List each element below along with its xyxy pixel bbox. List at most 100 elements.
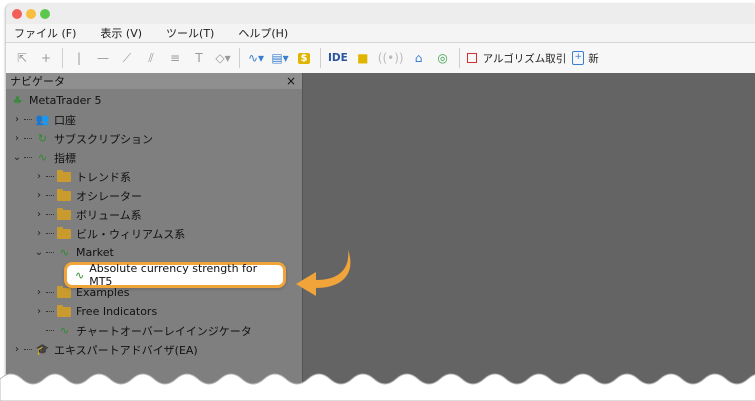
chevron-right-icon[interactable]: › bbox=[32, 171, 46, 182]
chevron-right-icon[interactable]: › bbox=[32, 306, 46, 317]
text-tool-icon[interactable]: T bbox=[190, 47, 208, 69]
shapes-icon[interactable]: ◇▾ bbox=[214, 47, 232, 69]
chevron-right-icon[interactable]: › bbox=[32, 228, 46, 239]
horizontal-line-icon[interactable]: — bbox=[94, 47, 112, 69]
tree-item-bill-williams[interactable]: › ビル・ウィリアムス系 bbox=[32, 224, 185, 243]
cloud-icon[interactable]: ◎ bbox=[434, 47, 452, 69]
tree-item-volumes[interactable]: › ボリューム系 bbox=[32, 205, 142, 224]
tree-item-label: 口座 bbox=[54, 113, 76, 127]
menu-view[interactable]: 表示 (V) bbox=[100, 25, 142, 41]
folder-icon bbox=[57, 304, 71, 317]
toolbar: ⇱ + | — ⟋ ⫽ ≡ T ◇▾ ∿▾ ▤▾ $ IDE ■ ((•)) ⌂… bbox=[6, 43, 755, 74]
navigator-title: ナビゲータ bbox=[10, 75, 65, 88]
market-bag-icon[interactable]: ■ bbox=[354, 47, 372, 69]
menu-tools[interactable]: ツール(T) bbox=[166, 25, 214, 41]
cursor-icon[interactable]: ⇱ bbox=[13, 47, 31, 69]
tree-item-chart-overlay[interactable]: ∿ チャートオーバーレイインジケータ bbox=[32, 321, 252, 340]
chevron-right-icon[interactable]: › bbox=[10, 133, 24, 144]
tree-item-label: サブスクリプション bbox=[54, 132, 153, 146]
menu-help[interactable]: ヘルプ(H) bbox=[238, 25, 288, 41]
tree-item-label: ボリューム系 bbox=[76, 208, 142, 222]
minimize-window-button[interactable] bbox=[26, 9, 36, 19]
crosshair-icon[interactable]: + bbox=[37, 47, 55, 69]
indicator-icon: ∿ bbox=[59, 246, 70, 259]
channel-icon[interactable]: ≡ bbox=[166, 47, 184, 69]
folder-icon bbox=[57, 188, 71, 201]
chevron-right-icon[interactable]: › bbox=[10, 344, 24, 355]
signals-icon[interactable]: ((•)) bbox=[378, 47, 404, 69]
tree-item-oscillators[interactable]: › オシレーター bbox=[32, 186, 142, 205]
tree-item-subscription[interactable]: › ↻ サブスクリプション bbox=[10, 129, 153, 148]
tree-connector bbox=[46, 311, 54, 312]
tree-connector bbox=[46, 330, 54, 331]
close-window-button[interactable] bbox=[12, 9, 22, 19]
folder-icon bbox=[57, 169, 71, 182]
templates-icon[interactable]: ▤▾ bbox=[271, 47, 289, 69]
navigator-panel: ナビゲータ × ♣ MetaTrader 5 › 👥 口座 › ↻ サブスクリプ… bbox=[6, 73, 302, 394]
tree-item-market[interactable]: ⌄ ∿ Market bbox=[32, 243, 114, 262]
tree-root[interactable]: ♣ MetaTrader 5 bbox=[10, 91, 102, 110]
navigator-header: ナビゲータ × bbox=[6, 73, 302, 89]
tree-item-account[interactable]: › 👥 口座 bbox=[10, 110, 76, 129]
pitchfork-icon[interactable]: ⫽ bbox=[142, 47, 160, 69]
folder-icon bbox=[57, 285, 71, 298]
chevron-right-icon[interactable]: › bbox=[32, 209, 46, 220]
title-bar bbox=[6, 4, 755, 24]
stop-icon bbox=[466, 53, 477, 63]
toolbar-divider bbox=[458, 48, 460, 68]
tree-item-label: オシレーター bbox=[76, 189, 142, 203]
tree-root-label: MetaTrader 5 bbox=[29, 94, 102, 107]
chart-area[interactable] bbox=[302, 73, 755, 394]
tree-connector bbox=[24, 138, 32, 139]
chevron-right-icon[interactable]: › bbox=[10, 114, 24, 125]
ide-button[interactable]: IDE bbox=[328, 47, 348, 69]
dollar-icon[interactable]: $ bbox=[295, 47, 313, 69]
maximize-window-button[interactable] bbox=[40, 9, 50, 19]
new-order-icon: + bbox=[572, 51, 585, 65]
tree-item-label: ビル・ウィリアムス系 bbox=[76, 227, 186, 241]
tree-item-label: Market bbox=[76, 246, 114, 259]
new-order-button[interactable]: + 新 bbox=[572, 47, 599, 69]
tree-item-trend[interactable]: › トレンド系 bbox=[32, 167, 131, 186]
workspace: ナビゲータ × ♣ MetaTrader 5 › 👥 口座 › ↻ サブスクリプ… bbox=[6, 73, 755, 394]
new-order-label: 新 bbox=[588, 52, 599, 65]
toolbar-divider bbox=[239, 48, 240, 68]
menu-file[interactable]: ファイル (F) bbox=[14, 25, 76, 41]
tree-item-label: 指標 bbox=[54, 151, 76, 165]
tree-connector bbox=[46, 252, 54, 253]
chevron-right-icon[interactable]: › bbox=[32, 190, 46, 201]
chevron-down-icon[interactable]: ⌄ bbox=[10, 152, 24, 163]
folder-icon bbox=[57, 207, 71, 220]
tree-connector bbox=[24, 119, 32, 120]
indicator-icon: ∿ bbox=[37, 151, 48, 164]
tree-item-indicators[interactable]: ⌄ ∿ 指標 bbox=[10, 148, 76, 167]
indicator-icon: ∿ bbox=[59, 324, 70, 337]
folder-icon bbox=[57, 226, 71, 239]
tree-item-label: トレンド系 bbox=[76, 170, 131, 184]
tree-item-label: エキスパートアドバイザ(EA) bbox=[54, 343, 198, 357]
highlighted-indicator-item[interactable]: ∿ Absolute currency strength for MT5 bbox=[64, 262, 286, 288]
tree-item-expert-advisors[interactable]: › 🎓 エキスパートアドバイザ(EA) bbox=[10, 340, 198, 359]
chevron-right-icon[interactable]: › bbox=[32, 287, 46, 298]
vertical-line-icon[interactable]: | bbox=[70, 47, 88, 69]
expert-advisor-icon: 🎓 bbox=[35, 343, 50, 356]
toolbar-divider bbox=[320, 48, 321, 68]
tree-item-free-indicators[interactable]: › Free Indicators bbox=[32, 302, 157, 321]
tree-connector bbox=[46, 233, 54, 234]
vps-icon[interactable]: ⌂ bbox=[410, 47, 428, 69]
tree-connector bbox=[46, 292, 54, 293]
tree-connector bbox=[46, 176, 54, 177]
account-icon: 👥 bbox=[35, 113, 50, 126]
algo-trading-label: アルゴリズム取引 bbox=[482, 52, 567, 65]
tree-connector bbox=[24, 157, 32, 158]
chevron-down-icon[interactable]: ⌄ bbox=[32, 247, 46, 258]
navigator-close-button[interactable]: × bbox=[286, 74, 296, 88]
subscription-icon: ↻ bbox=[37, 132, 48, 145]
indicator-icon: ∿ bbox=[75, 268, 85, 282]
indicators-icon[interactable]: ∿▾ bbox=[247, 47, 265, 69]
metatrader-logo-icon: ♣ bbox=[12, 94, 23, 107]
algo-trading-button[interactable]: アルゴリズム取引 bbox=[466, 47, 567, 69]
tree-connector bbox=[46, 195, 54, 196]
trendline-icon[interactable]: ⟋ bbox=[118, 47, 136, 69]
torn-edge-decoration bbox=[0, 373, 755, 401]
